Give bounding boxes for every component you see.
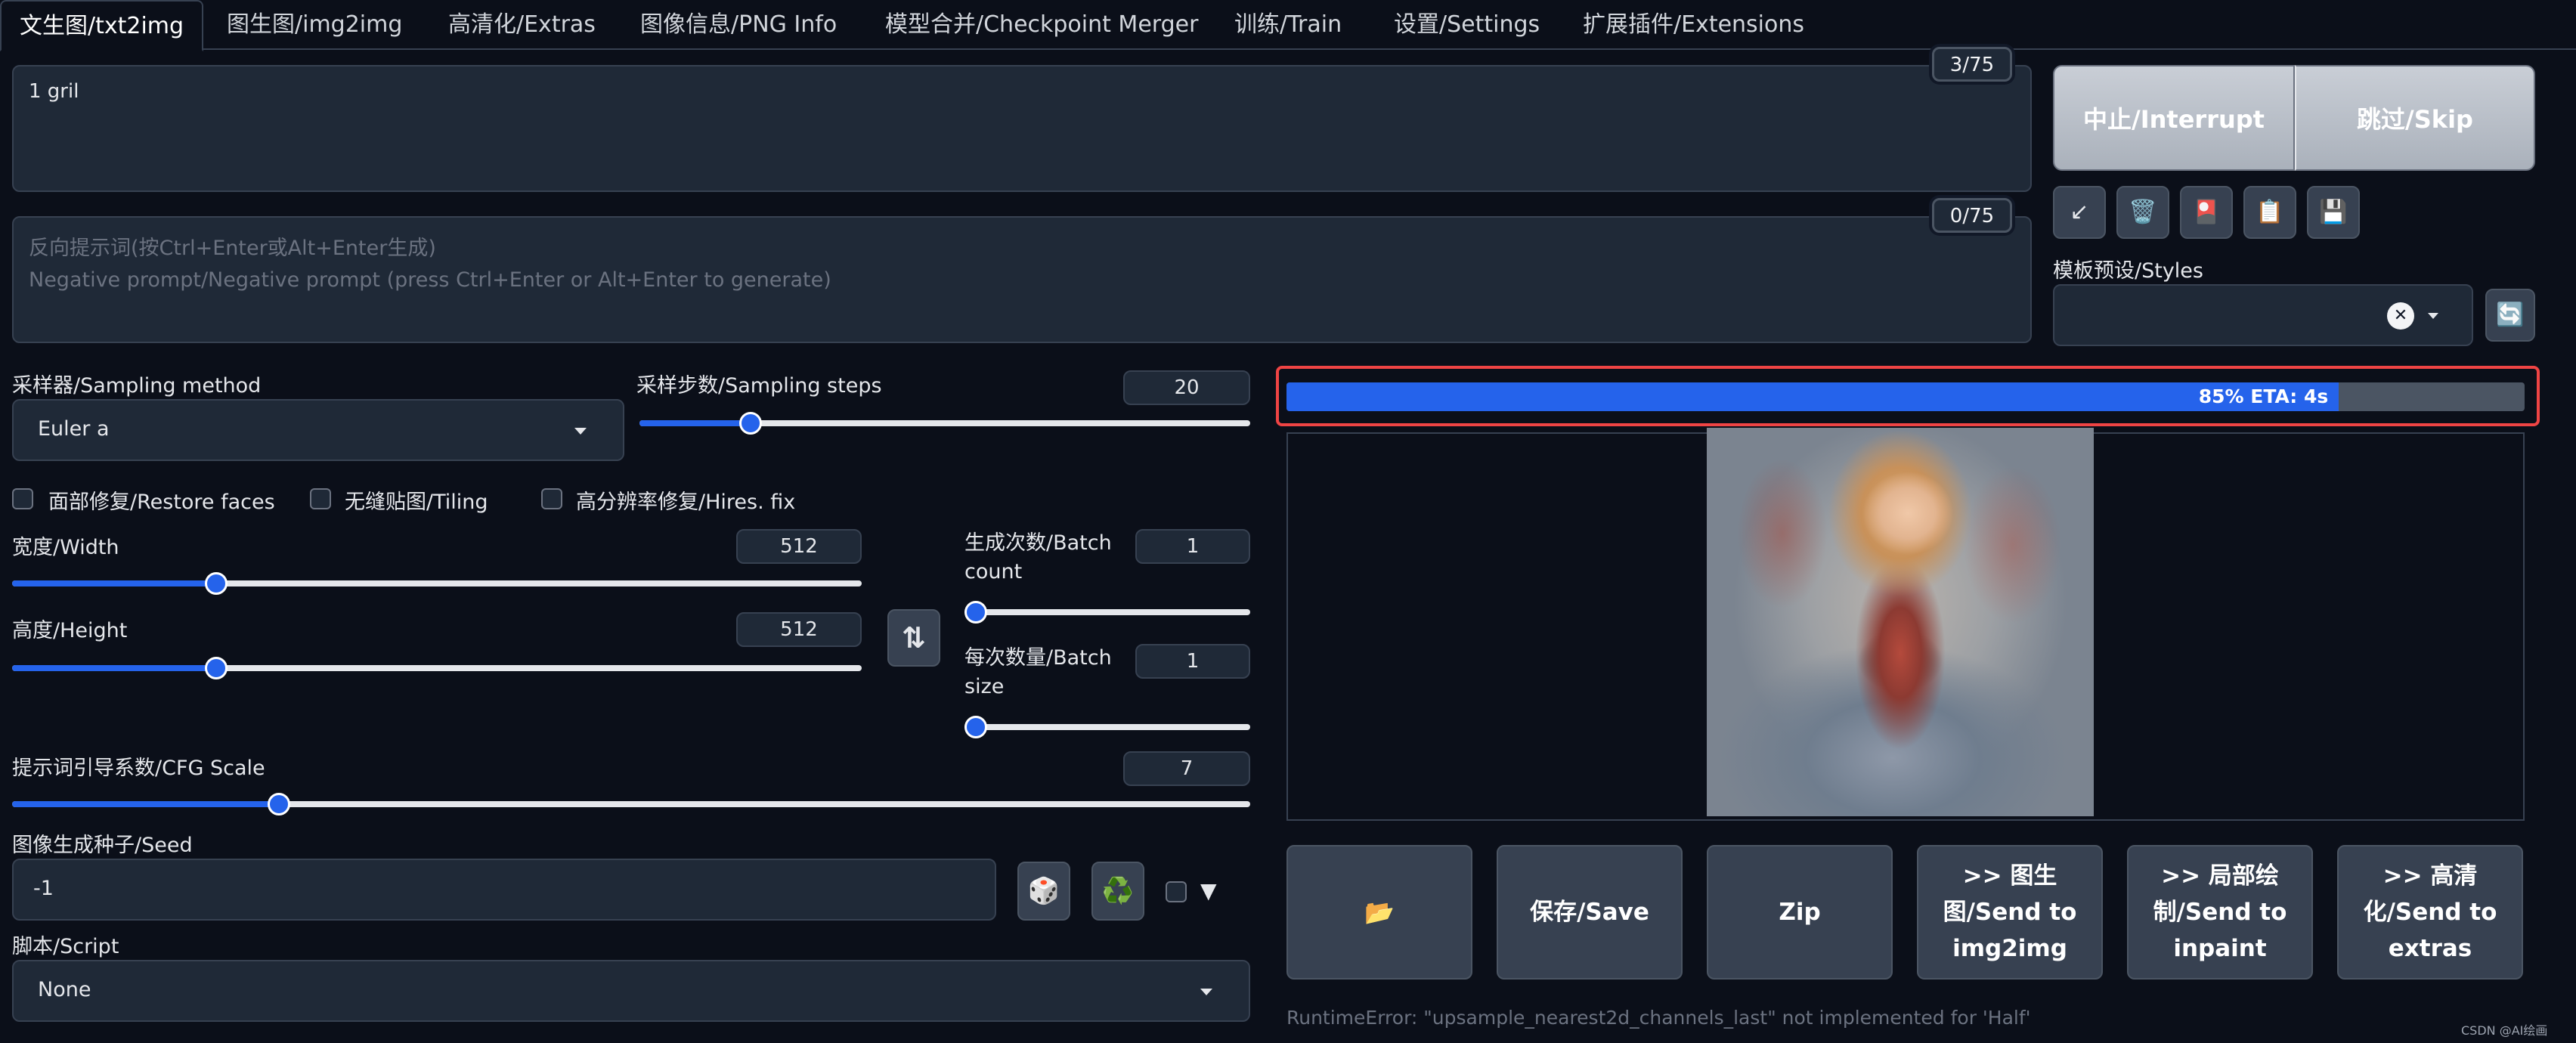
prompt-text: 1 gril [29,80,79,103]
batch-size-label: 每次数量/Batch size [964,644,1112,701]
zip-button[interactable]: Zip [1707,845,1893,980]
tiling-label: 无缝贴图/Tiling [345,491,488,514]
sampler-dropdown[interactable]: Euler a [12,399,624,461]
prompt-input[interactable]: 1 gril [12,65,2032,192]
restore-faces-checkbox[interactable] [12,488,33,509]
clear-icon[interactable]: ✕ [2387,302,2414,330]
batch-count-slider[interactable] [964,601,1250,624]
tab-extras[interactable]: 高清化/Extras [430,0,614,50]
triangle-down-icon[interactable]: ▼ [1200,878,1217,903]
prompt-token-counter: 3/75 [1932,47,2012,82]
cfg-input[interactable]: 7 [1123,751,1250,786]
trash-icon[interactable]: 🗑️ [2116,186,2169,239]
save-button[interactable]: 保存/Save [1497,845,1683,980]
height-input[interactable]: 512 [736,612,862,647]
batch-count-label-line1: 生成次数/Batch [964,531,1112,555]
slider-thumb[interactable] [267,793,290,816]
generated-image[interactable] [1707,428,2094,816]
batch-size-label-line2: size [964,675,1005,698]
steps-slider[interactable] [639,412,1250,435]
save-icon[interactable]: 💾 [2307,186,2360,239]
seed-label: 图像生成种子/Seed [12,834,193,857]
chevron-down-icon [574,428,587,435]
tab-checkpoint-merger[interactable]: 模型合并/Checkpoint Merger [867,0,1216,50]
chevron-down-icon [2428,313,2438,319]
restore-faces-label: 面部修复/Restore faces [48,491,275,514]
recycle-icon[interactable]: ♻️ [1091,862,1144,921]
steps-label: 采样步数/Sampling steps [636,374,882,398]
sampler-value: Euler a [38,417,110,441]
styles-dropdown[interactable]: ✕ [2053,284,2473,346]
batch-size-slider[interactable] [964,716,1250,738]
tab-bar: 文生图/txt2img 图生图/img2img 高清化/Extras 图像信息/… [0,0,2576,51]
slider-thumb[interactable] [204,572,228,595]
send-to-inpaint-button[interactable]: >> 局部绘制/Send to inpaint [2127,845,2313,980]
tab-txt2img[interactable]: 文生图/txt2img [0,0,204,51]
cfg-slider[interactable] [12,793,1250,816]
tab-img2img[interactable]: 图生图/img2img [209,0,420,50]
slider-thumb[interactable] [204,657,228,679]
progress-bar: 85% ETA: 4s [1286,382,2525,411]
negative-prompt-placeholder-line2: Negative prompt/Negative prompt (press C… [29,268,831,292]
clipboard-icon[interactable]: 📋 [2243,186,2296,239]
height-label: 高度/Height [12,619,128,642]
chevron-down-icon [1200,989,1212,995]
slider-thumb[interactable] [964,716,987,738]
negative-prompt-token-counter: 0/75 [1932,198,2012,233]
script-value: None [38,978,91,1001]
interrupt-button[interactable]: 中止/Interrupt [2053,65,2295,171]
tab-png-info[interactable]: 图像信息/PNG Info [622,0,855,50]
batch-size-input[interactable]: 1 [1135,644,1250,679]
red-button-icon[interactable]: 🎴 [2180,186,2233,239]
width-slider[interactable] [12,572,862,595]
cfg-label: 提示词引导系数/CFG Scale [12,757,265,780]
skip-button[interactable]: 跳过/Skip [2295,65,2535,171]
watermark: CSDN @AI绘画 [2461,1023,2548,1038]
steps-input[interactable]: 20 [1123,370,1250,405]
progress-fill: 85% ETA: 4s [1286,382,2339,411]
send-to-img2img-button[interactable]: >> 图生图/Send to img2img [1917,845,2103,980]
progress-text: 85% ETA: 4s [2198,385,2329,407]
batch-count-input[interactable]: 1 [1135,529,1250,564]
batch-count-label: 生成次数/Batch count [964,529,1112,586]
tab-extensions[interactable]: 扩展插件/Extensions [1565,0,1822,50]
batch-size-label-line1: 每次数量/Batch [964,646,1112,670]
width-input[interactable]: 512 [736,529,862,564]
seed-extra-checkbox[interactable] [1166,881,1187,902]
seed-input[interactable]: -1 [12,859,996,921]
open-folder-icon[interactable]: 📂 [1286,845,1472,980]
styles-label: 模板预设/Styles [2053,259,2203,283]
hires-fix-checkbox[interactable] [541,488,562,509]
batch-count-label-line2: count [964,560,1023,583]
negative-prompt-input[interactable]: 反向提示词(按Ctrl+Enter或Alt+Enter生成) Negative … [12,216,2032,343]
tab-settings[interactable]: 设置/Settings [1376,0,1558,50]
arrow-down-left-icon[interactable]: ↙ [2053,186,2106,239]
tiling-checkbox[interactable] [310,488,331,509]
refresh-styles-icon[interactable]: 🔄 [2485,289,2535,342]
hires-fix-label: 高分辨率修复/Hires. fix [576,491,796,514]
negative-prompt-placeholder-line1: 反向提示词(按Ctrl+Enter或Alt+Enter生成) [29,237,436,260]
dice-icon[interactable]: 🎲 [1017,862,1070,921]
script-dropdown[interactable]: None [12,960,1250,1022]
send-to-extras-button[interactable]: >> 高清化/Send to extras [2337,845,2523,980]
seed-value: -1 [33,877,54,900]
swap-dimensions-icon[interactable]: ⇅ [887,609,940,667]
tab-train[interactable]: 训练/Train [1216,0,1360,50]
image-gallery [1286,428,2525,821]
height-slider[interactable] [12,657,862,679]
error-message: RuntimeError: "upsample_nearest2d_channe… [1286,1007,2031,1029]
sampler-label: 采样器/Sampling method [12,374,262,398]
width-label: 宽度/Width [12,536,119,559]
slider-thumb[interactable] [739,412,763,435]
slider-thumb[interactable] [964,601,987,624]
script-label: 脚本/Script [12,935,119,958]
